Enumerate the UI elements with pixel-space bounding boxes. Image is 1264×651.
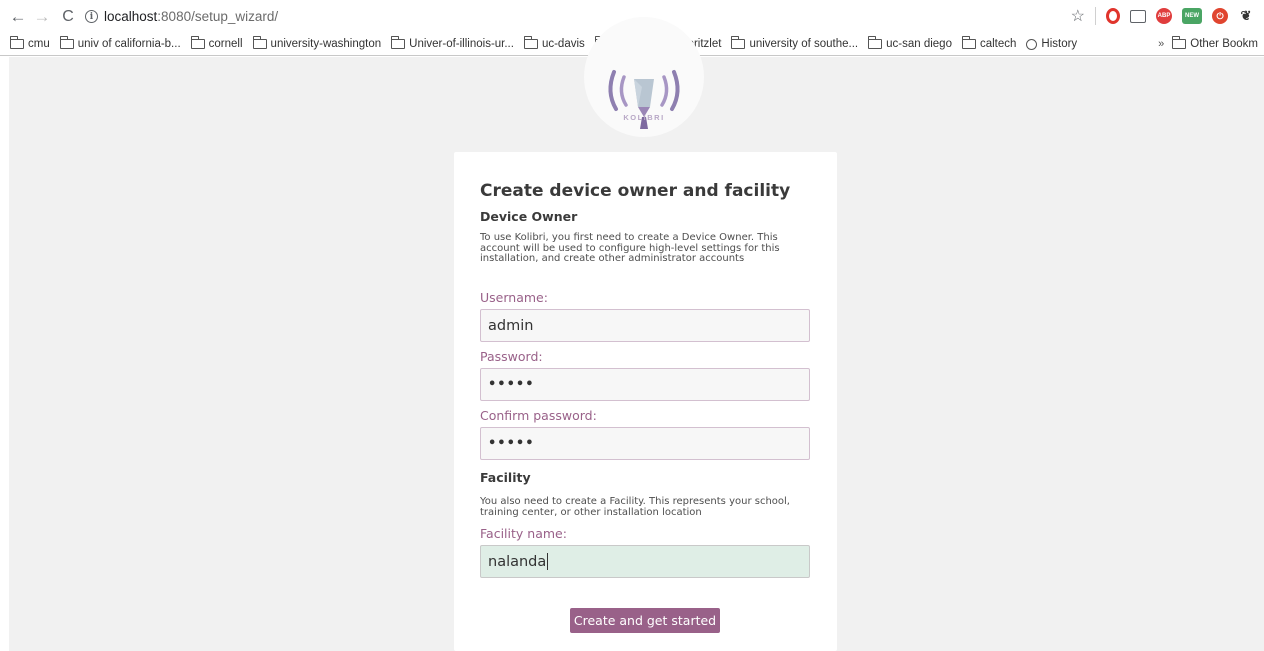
url-path: :8080/setup_wizard/ bbox=[157, 9, 279, 24]
folder-icon bbox=[961, 36, 976, 49]
new-extension-icon[interactable]: NEW bbox=[1182, 8, 1202, 24]
logo-text: KOLIBRI bbox=[623, 113, 665, 122]
folder-icon bbox=[391, 36, 406, 49]
folder-icon bbox=[252, 36, 267, 49]
confirm-password-value: ••••• bbox=[488, 436, 535, 451]
bookmark-label: Other Bookm bbox=[1190, 38, 1258, 50]
facility-name-input[interactable]: nalanda bbox=[480, 545, 810, 578]
bookmark-label: cornell bbox=[208, 38, 243, 50]
username-input[interactable]: admin bbox=[480, 309, 810, 342]
folder-icon bbox=[868, 36, 883, 49]
bookmark-uc-davis[interactable]: uc-davis bbox=[520, 36, 591, 50]
page: KOLIBRI Create device owner and facility… bbox=[0, 17, 1264, 651]
history-icon bbox=[1026, 38, 1038, 50]
address-bar[interactable]: i localhost:8080/setup_wizard/ bbox=[85, 5, 278, 29]
bookmark-label: Univer-of-illinois-ur... bbox=[409, 38, 514, 50]
kolibri-logo: KOLIBRI bbox=[584, 17, 704, 137]
toolbar-divider bbox=[1095, 7, 1096, 25]
folder-icon bbox=[1172, 36, 1187, 49]
facility-description: You also need to create a Facility. This… bbox=[480, 496, 790, 518]
bookmark-cornell[interactable]: cornell bbox=[187, 36, 249, 50]
bookmark-univ-california[interactable]: univ of california-b... bbox=[56, 36, 187, 50]
folder-icon bbox=[190, 36, 205, 49]
bookmark-caltech[interactable]: caltech bbox=[958, 36, 1022, 50]
bookmark-univer-illinois[interactable]: Univer-of-illinois-ur... bbox=[387, 36, 520, 50]
bookmark-label: univ of california-b... bbox=[77, 38, 181, 50]
evernote-icon[interactable]: ❦ bbox=[1238, 8, 1254, 24]
username-value: admin bbox=[488, 317, 534, 334]
bookmark-label: cmu bbox=[28, 38, 50, 50]
device-owner-heading: Device Owner bbox=[480, 209, 578, 224]
bookmark-label: History bbox=[1041, 38, 1078, 50]
device-owner-description: To use Kolibri, you first need to create… bbox=[480, 232, 780, 264]
confirm-password-input[interactable]: ••••• bbox=[480, 427, 810, 460]
facility-name-value: nalanda bbox=[488, 553, 547, 570]
folder-icon bbox=[10, 36, 24, 49]
folder-icon bbox=[59, 36, 74, 49]
facility-name-label: Facility name: bbox=[480, 526, 567, 541]
bookmark-label: university-washington bbox=[270, 38, 382, 50]
bookmark-uc-san-diego[interactable]: uc-san diego bbox=[864, 36, 958, 50]
bookmark-university-washington[interactable]: university-washington bbox=[249, 36, 388, 50]
password-label: Password: bbox=[480, 349, 543, 364]
confirm-password-label: Confirm password: bbox=[480, 408, 597, 423]
text-caret bbox=[547, 553, 549, 570]
forward-arrow-icon[interactable]: → bbox=[31, 6, 53, 28]
folder-icon bbox=[731, 36, 746, 49]
bookmark-history[interactable]: History bbox=[1022, 38, 1083, 50]
opera-icon[interactable] bbox=[1106, 8, 1120, 24]
setup-wizard-card: Create device owner and facility Device … bbox=[454, 152, 837, 651]
power-icon[interactable]: ⏻ bbox=[1212, 8, 1228, 24]
page-title: Create device owner and facility bbox=[480, 181, 791, 201]
username-label: Username: bbox=[480, 290, 548, 305]
password-value: ••••• bbox=[488, 377, 535, 392]
bookmark-cmu[interactable]: cmu bbox=[0, 36, 56, 50]
info-icon[interactable]: i bbox=[85, 10, 98, 23]
bookmark-label: caltech bbox=[979, 38, 1017, 50]
bookmark-other[interactable]: Other Bookm bbox=[1168, 36, 1264, 50]
bookmark-label: university of southe... bbox=[749, 38, 859, 50]
reload-icon[interactable]: C bbox=[57, 6, 79, 28]
bookmarks-overflow-chevron[interactable]: » bbox=[1154, 38, 1168, 50]
facility-heading: Facility bbox=[480, 470, 531, 485]
bookmark-star-icon[interactable]: ☆ bbox=[1071, 6, 1085, 26]
back-arrow-icon[interactable]: ← bbox=[7, 6, 29, 28]
bookmark-university-southern[interactable]: university of southe... bbox=[727, 36, 864, 50]
bookmark-label: uc-davis bbox=[541, 38, 585, 50]
adblock-icon[interactable]: ABP bbox=[1156, 8, 1172, 24]
extensions-area: ☆ ABP NEW ⏻ ❦ bbox=[1071, 6, 1254, 26]
url-host: localhost bbox=[104, 9, 158, 24]
bookmark-label: uc-san diego bbox=[886, 38, 952, 50]
folder-icon bbox=[523, 36, 538, 49]
password-input[interactable]: ••••• bbox=[480, 368, 810, 401]
cast-icon[interactable] bbox=[1130, 9, 1146, 23]
create-and-get-started-button[interactable]: Create and get started bbox=[570, 608, 720, 633]
